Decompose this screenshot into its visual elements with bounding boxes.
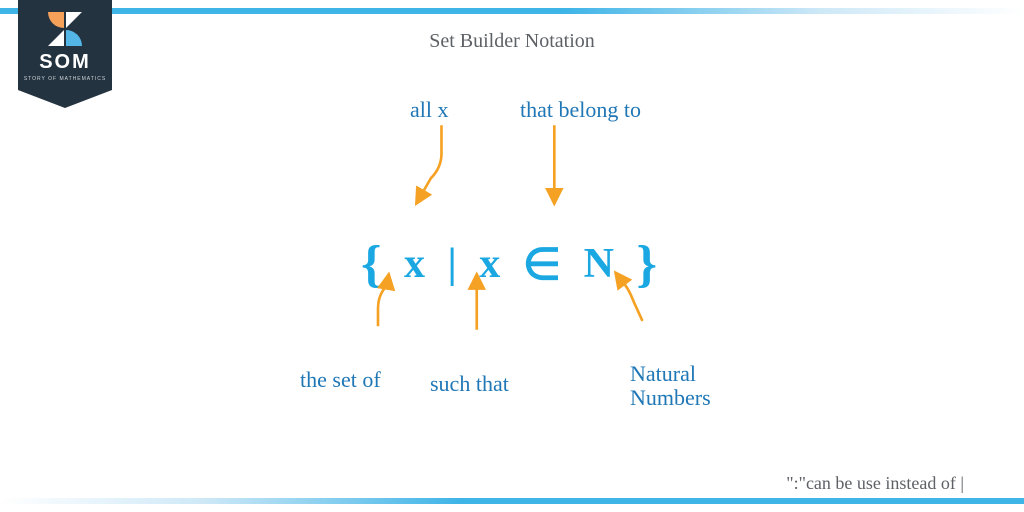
top-accent-bar bbox=[0, 8, 1024, 14]
label-such-that: such that bbox=[430, 372, 509, 396]
formula-set: N bbox=[584, 241, 620, 287]
member-icon: ∈ bbox=[523, 240, 567, 289]
page-title: Set Builder Notation bbox=[0, 30, 1024, 53]
close-brace: } bbox=[636, 236, 663, 293]
diagram-area: all x that belong to { x | x ∈ N } the s… bbox=[0, 90, 1024, 462]
footnote: ":"can be use instead of | bbox=[786, 473, 964, 494]
logo-acronym: SOM bbox=[18, 52, 112, 72]
formula: { x | x ∈ N } bbox=[361, 235, 663, 294]
formula-x1: x bbox=[404, 241, 431, 287]
label-all-x: all x bbox=[410, 98, 449, 122]
open-brace: { bbox=[361, 236, 388, 293]
logo-subtitle: STORY OF MATHEMATICS bbox=[18, 76, 112, 82]
bottom-accent-bar bbox=[0, 498, 1024, 504]
formula-x2: x bbox=[479, 241, 506, 287]
formula-bar: | bbox=[448, 241, 463, 287]
label-belong: that belong to bbox=[520, 98, 641, 122]
label-natural: Natural Numbers bbox=[630, 362, 711, 410]
label-set-of: the set of bbox=[300, 368, 381, 392]
